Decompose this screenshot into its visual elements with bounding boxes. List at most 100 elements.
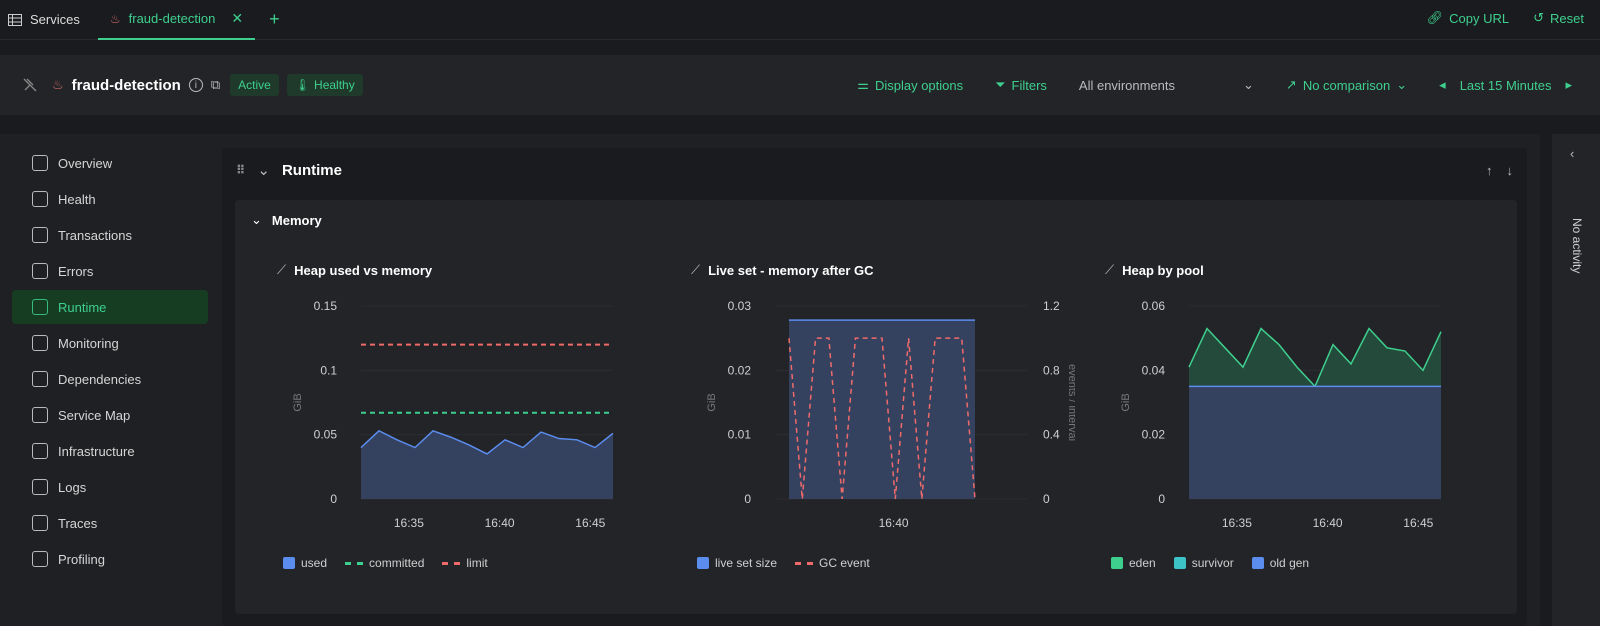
y2-tick-label: 0.8: [1043, 363, 1060, 377]
legend-item[interactable]: used: [283, 556, 327, 570]
y-tick-label: 0.06: [1142, 299, 1166, 313]
series-area-eden: [1189, 328, 1441, 387]
sidebar-item-label: Infrastructure: [58, 443, 135, 459]
sidebar-item-service-map[interactable]: Service Map: [12, 398, 208, 432]
traces-icon: [32, 515, 48, 531]
copy-icon[interactable]: ⧉: [211, 77, 220, 93]
dependencies-icon: [32, 371, 48, 387]
legend-swatch: [697, 557, 709, 569]
legend-label: limit: [466, 556, 488, 570]
legend-label: used: [301, 556, 328, 570]
sidebar-item-errors[interactable]: Errors: [12, 254, 208, 288]
prev-range-icon[interactable]: ◂: [1439, 77, 1446, 93]
sidebar-item-label: Logs: [58, 479, 87, 495]
sidebar-item-dependencies[interactable]: Dependencies: [12, 362, 208, 396]
sidebar-item-label: Transactions: [58, 227, 132, 243]
trend-icon: ↗: [1285, 77, 1297, 92]
chart-legend: eden survivor old gen: [1111, 556, 1309, 570]
info-icon[interactable]: i: [188, 78, 203, 92]
sidebar-item-label: Traces: [58, 515, 98, 531]
close-icon[interactable]: ✕: [231, 10, 243, 27]
sidebar-item-overview[interactable]: Overview: [12, 146, 208, 180]
legend-item[interactable]: old gen: [1251, 556, 1310, 570]
legend-item[interactable]: committed: [345, 556, 424, 570]
copy-url-button[interactable]: 🔗︎ Copy URL: [1427, 10, 1509, 26]
display-options-button[interactable]: ⚌ Display options: [857, 77, 963, 93]
chart-1: ⟋ Live set - memory after GC 0.03 0.02 0.01 0…: [665, 258, 1075, 588]
panel-title: Runtime: [281, 161, 342, 179]
y-axis-label: GiB: [1120, 393, 1132, 411]
move-up-icon[interactable]: ↑: [1486, 163, 1493, 178]
sidebar-item-traces[interactable]: Traces: [12, 506, 208, 540]
add-tab-icon[interactable]: +: [269, 9, 280, 30]
x-tick-label: 16:45: [1403, 516, 1433, 530]
sidebar-item-logs[interactable]: Logs: [12, 470, 208, 504]
series-area-old-gen: [1189, 386, 1441, 499]
legend-swatch: [1111, 557, 1123, 569]
y2-tick-label: 0.4: [1043, 428, 1060, 442]
legend-item[interactable]: eden: [1111, 556, 1156, 570]
environment-value: All environments: [1078, 77, 1176, 93]
sidebar-item-health[interactable]: Health: [12, 182, 208, 216]
service-map-icon: [32, 407, 48, 423]
activity-rail: ‹ No activity: [1552, 134, 1600, 626]
time-range-picker[interactable]: ◂ Last 15 Minutes ▸: [1439, 77, 1572, 93]
sidebar-item-label: Dependencies: [58, 371, 142, 387]
sidebar-item-transactions[interactable]: Transactions: [12, 218, 208, 252]
legend-label: survivor: [1191, 556, 1234, 570]
comparison-value: No comparison: [1302, 77, 1391, 93]
bell-icon: [32, 335, 48, 351]
sidebar-item-label: Overview: [58, 155, 113, 171]
broadcast-icon: [32, 227, 48, 243]
collapse-icon[interactable]: ⌄: [251, 212, 262, 228]
chart-svg: 0.03 0.02 0.01 0 GiB 1.2 0.8 0.4 0 events / inter…: [706, 299, 1075, 530]
sidebar-item-infrastructure[interactable]: Infrastructure: [12, 434, 208, 468]
java-icon: ♨: [109, 11, 121, 26]
chart-2: ⟋ Heap by pool 0.06 0.04 0.02 0 GiB 16:35 16:40 1…: [1079, 258, 1489, 588]
y-tick-label: 0: [1158, 492, 1165, 506]
legend-item[interactable]: live set size: [697, 556, 777, 570]
comparison-select[interactable]: ↗ No comparison ⌄: [1286, 77, 1407, 93]
sidebar-item-monitoring[interactable]: Monitoring: [12, 326, 208, 360]
pulse-icon: [32, 299, 48, 315]
overview-icon: [32, 155, 48, 171]
chevron-down-icon: ⌄: [1243, 77, 1254, 92]
legend-item[interactable]: survivor: [1173, 556, 1234, 570]
legend-swatch: [1251, 557, 1264, 569]
java-icon: ♨: [52, 77, 64, 92]
sidebar-item-label: Monitoring: [58, 335, 119, 351]
tab-fraud-detection[interactable]: ♨ fraud-detection ✕: [97, 0, 256, 40]
tab-label: fraud-detection: [128, 11, 216, 26]
chart-legend: used committed limit: [283, 556, 488, 570]
environment-select[interactable]: All environments ⌄: [1079, 77, 1254, 93]
collapse-icon[interactable]: ⌄: [257, 161, 270, 179]
copy-url-label: Copy URL: [1449, 10, 1510, 26]
link-icon: 🔗︎: [1426, 10, 1444, 25]
sidebar-item-profiling[interactable]: Profiling: [12, 542, 208, 576]
x-tick-label: 16:45: [575, 516, 605, 530]
chevron-left-icon[interactable]: ‹: [1570, 146, 1574, 161]
y-tick-label: 0.1: [320, 363, 337, 377]
move-down-icon[interactable]: ↓: [1507, 163, 1514, 178]
thermometer-icon: 🌡︎: [294, 78, 311, 92]
reset-button[interactable]: ↺ Reset: [1533, 10, 1584, 26]
services-link[interactable]: Services: [0, 0, 96, 40]
y-tick-label: 0.02: [1142, 428, 1166, 442]
sidebar-item-runtime[interactable]: Runtime: [12, 290, 208, 324]
legend-item[interactable]: GC event: [795, 556, 870, 570]
chart-title: ⟋ Heap by pool: [1079, 258, 1489, 282]
y-tick-label: 0.01: [728, 428, 752, 442]
legend-dash: [795, 561, 814, 565]
legend-label: old gen: [1269, 556, 1310, 570]
legend-label: GC event: [819, 556, 870, 570]
y-axis-label: GiB: [706, 393, 718, 411]
drag-handle-icon[interactable]: ⠿: [236, 163, 245, 177]
unpin-icon[interactable]: [22, 77, 38, 93]
next-range-icon[interactable]: ▸: [1565, 77, 1572, 93]
activity-label: No activity: [1570, 218, 1584, 274]
legend-dash: [442, 561, 461, 565]
filters-button[interactable]: ⏷ Filters: [995, 77, 1047, 93]
health-badge: 🌡︎ Healthy: [286, 74, 363, 96]
legend-item[interactable]: limit: [442, 556, 488, 570]
x-tick-label: 16:40: [879, 516, 909, 530]
